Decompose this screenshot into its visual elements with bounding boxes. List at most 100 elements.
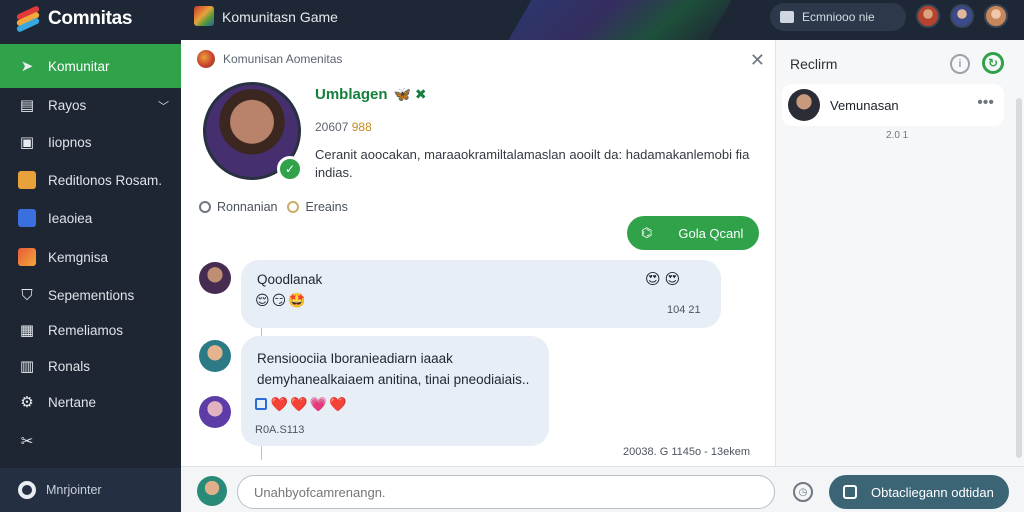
- avatar[interactable]: [197, 476, 227, 506]
- sidebar-item-label: Ieaoiea: [48, 210, 93, 226]
- logo-icon: [14, 5, 42, 33]
- clock-icon: [199, 201, 211, 213]
- sidebar-footer-label: Mnrjointer: [46, 483, 102, 497]
- sidebar-item-nertane[interactable]: ⚙ Nertane: [0, 383, 181, 421]
- tab-ereains[interactable]: Ereains: [287, 200, 348, 214]
- community-icon: [197, 50, 215, 68]
- account-pill-label: Ecmniooo nie: [802, 10, 875, 24]
- tool-icon: ✂: [20, 433, 34, 450]
- scrollbar[interactable]: [1016, 98, 1022, 458]
- close-icon[interactable]: ✕: [750, 50, 765, 71]
- sidebar-item-ieaoiea[interactable]: Ieaoiea: [0, 199, 181, 237]
- more-icon[interactable]: •••: [977, 94, 994, 112]
- sidebar: ➤ Komunitar ▤ Rayos ﹀ ▣ Iiopnos Reditlon…: [0, 40, 181, 512]
- book-icon: ▤: [19, 97, 35, 114]
- message-emojis: ❤️❤️💗❤️: [270, 396, 349, 412]
- image-icon: [18, 209, 36, 227]
- contact-name: Vemunasan: [830, 98, 899, 113]
- tab-label: Ereains: [305, 200, 348, 214]
- sidebar-item-iiopnos[interactable]: ▣ Iiopnos: [0, 123, 181, 161]
- sidebar-item-komunitar[interactable]: ➤ Komunitar: [0, 44, 181, 88]
- status-ring-icon: [18, 481, 36, 499]
- chat-icon: ⌬: [641, 225, 653, 240]
- message-bubble: Rensioociia Iboranieadiarn iaaak demyhan…: [241, 336, 549, 446]
- profile-panel: Komunisan Aomenitas ✕ ✓ Umblagen 🦋 ✖ 206…: [181, 40, 775, 466]
- schedule-icon[interactable]: ◷: [793, 482, 813, 502]
- tab-label: Ronnanian: [217, 200, 278, 214]
- primary-action-button[interactable]: ⌬ Gola Qcanl: [627, 216, 759, 250]
- message-bubble: Qoodlanak 😍😍 😌😏🤩 104 21: [241, 260, 721, 328]
- sidebar-item-kemgnisa[interactable]: Kemgnisa: [0, 238, 181, 276]
- image-icon: [255, 398, 267, 410]
- send-button-label: Obtacliegann odtidan: [871, 484, 994, 500]
- right-panel: Reclirm i ↻ Vemunasan ••• 2.0 1: [775, 40, 1024, 466]
- game-icon: [194, 6, 214, 26]
- sidebar-item-sepementions[interactable]: ⛉ Sepementions: [0, 276, 181, 314]
- profile-meta-prefix: 20607: [315, 120, 349, 134]
- breadcrumb-label: Komunisan Aomenitas: [223, 52, 343, 66]
- primary-action-label: Gola Qcanl: [678, 225, 744, 241]
- sidebar-item-tools[interactable]: ✂: [0, 422, 181, 460]
- message-reaction-emojis: 😍😍: [645, 271, 685, 288]
- send-icon: ➤: [20, 58, 34, 75]
- profile-name-emojis: 🦋 ✖: [393, 86, 427, 102]
- shield-icon: ⛉: [21, 286, 33, 304]
- avatar[interactable]: [984, 4, 1008, 28]
- composer-bar: ◷ Obtacliegann odtidan: [181, 466, 1024, 512]
- sidebar-item-label: Komunitar: [48, 58, 110, 74]
- profile-tabs: Ronnanian Ereains: [199, 200, 348, 214]
- account-pill[interactable]: Ecmniooo nie: [770, 3, 906, 31]
- thread-line: [261, 446, 262, 460]
- right-panel-title: Reclirm: [790, 56, 838, 72]
- sidebar-item-rayos[interactable]: ▤ Rayos ﹀: [0, 86, 181, 124]
- profile-meta: 20607 988: [315, 120, 372, 134]
- app-logo[interactable]: Comnitas: [14, 5, 133, 33]
- info-icon[interactable]: i: [950, 54, 970, 74]
- sidebar-item-remeliamos[interactable]: ▦ Remeliamos: [0, 311, 181, 349]
- message-text: Qoodlanak: [257, 272, 323, 287]
- breadcrumb: Komunisan Aomenitas: [197, 50, 342, 68]
- contact-subtext: 2.0 1: [886, 130, 909, 141]
- grid-icon: ▦: [19, 322, 35, 339]
- window-title: Komunitasn Game: [222, 9, 338, 25]
- sidebar-item-label: Reditlonos Rosam.: [48, 172, 163, 188]
- profile-name-text: Umblagen: [315, 86, 388, 103]
- sidebar-item-ronals[interactable]: ▥ Ronals: [0, 347, 181, 385]
- thread-footer-timestamp: 20038. G 1145o - 13ekem: [623, 446, 750, 458]
- sidebar-item-reditlonos[interactable]: Reditlonos Rosam.: [0, 161, 181, 199]
- top-bar: Comnitas Komunitasn Game Ecmniooo nie: [0, 0, 1024, 40]
- avatar[interactable]: [199, 262, 231, 294]
- message-input[interactable]: [237, 475, 775, 509]
- app-name: Comnitas: [48, 8, 133, 29]
- controller-icon: [18, 171, 36, 189]
- sidebar-item-label: Iiopnos: [48, 134, 92, 150]
- profile-card-icon: [780, 11, 794, 23]
- gear-icon: ⚙: [20, 394, 34, 411]
- header-decoration: [496, 0, 744, 40]
- refresh-icon[interactable]: ↻: [982, 52, 1004, 74]
- send-button[interactable]: Obtacliegann odtidan: [829, 475, 1009, 509]
- coin-icon: [287, 201, 300, 213]
- message-emojis: 😌😏🤩: [255, 292, 308, 308]
- flag-icon: [18, 248, 36, 266]
- chevron-down-icon[interactable]: ﹀: [158, 98, 169, 114]
- sidebar-footer[interactable]: Mnrjointer: [0, 468, 181, 512]
- profile-bio: Ceranit aoocakan, maraaokramiltalamaslan…: [315, 147, 750, 180]
- avatar[interactable]: [916, 4, 940, 28]
- tab-ronnanian[interactable]: Ronnanian: [199, 200, 277, 214]
- avatar[interactable]: [199, 340, 231, 372]
- message-timestamp: R0A.S113: [255, 424, 305, 436]
- sidebar-item-label: Remeliamos: [48, 322, 124, 338]
- profile-name: Umblagen 🦋 ✖: [315, 86, 427, 103]
- sidebar-item-label: Kemgnisa: [48, 249, 109, 265]
- list-icon: ▥: [19, 358, 35, 375]
- avatar[interactable]: [788, 89, 820, 121]
- verified-badge-icon: ✓: [277, 156, 303, 182]
- avatar[interactable]: [199, 396, 231, 428]
- message-timestamp: 104 21: [667, 304, 701, 316]
- avatar[interactable]: [950, 4, 974, 28]
- sidebar-item-label: Rayos: [48, 97, 87, 113]
- sidebar-item-label: Ronals: [48, 358, 91, 374]
- sidebar-item-label: Nertane: [48, 394, 97, 410]
- contact-card[interactable]: Vemunasan •••: [782, 84, 1004, 126]
